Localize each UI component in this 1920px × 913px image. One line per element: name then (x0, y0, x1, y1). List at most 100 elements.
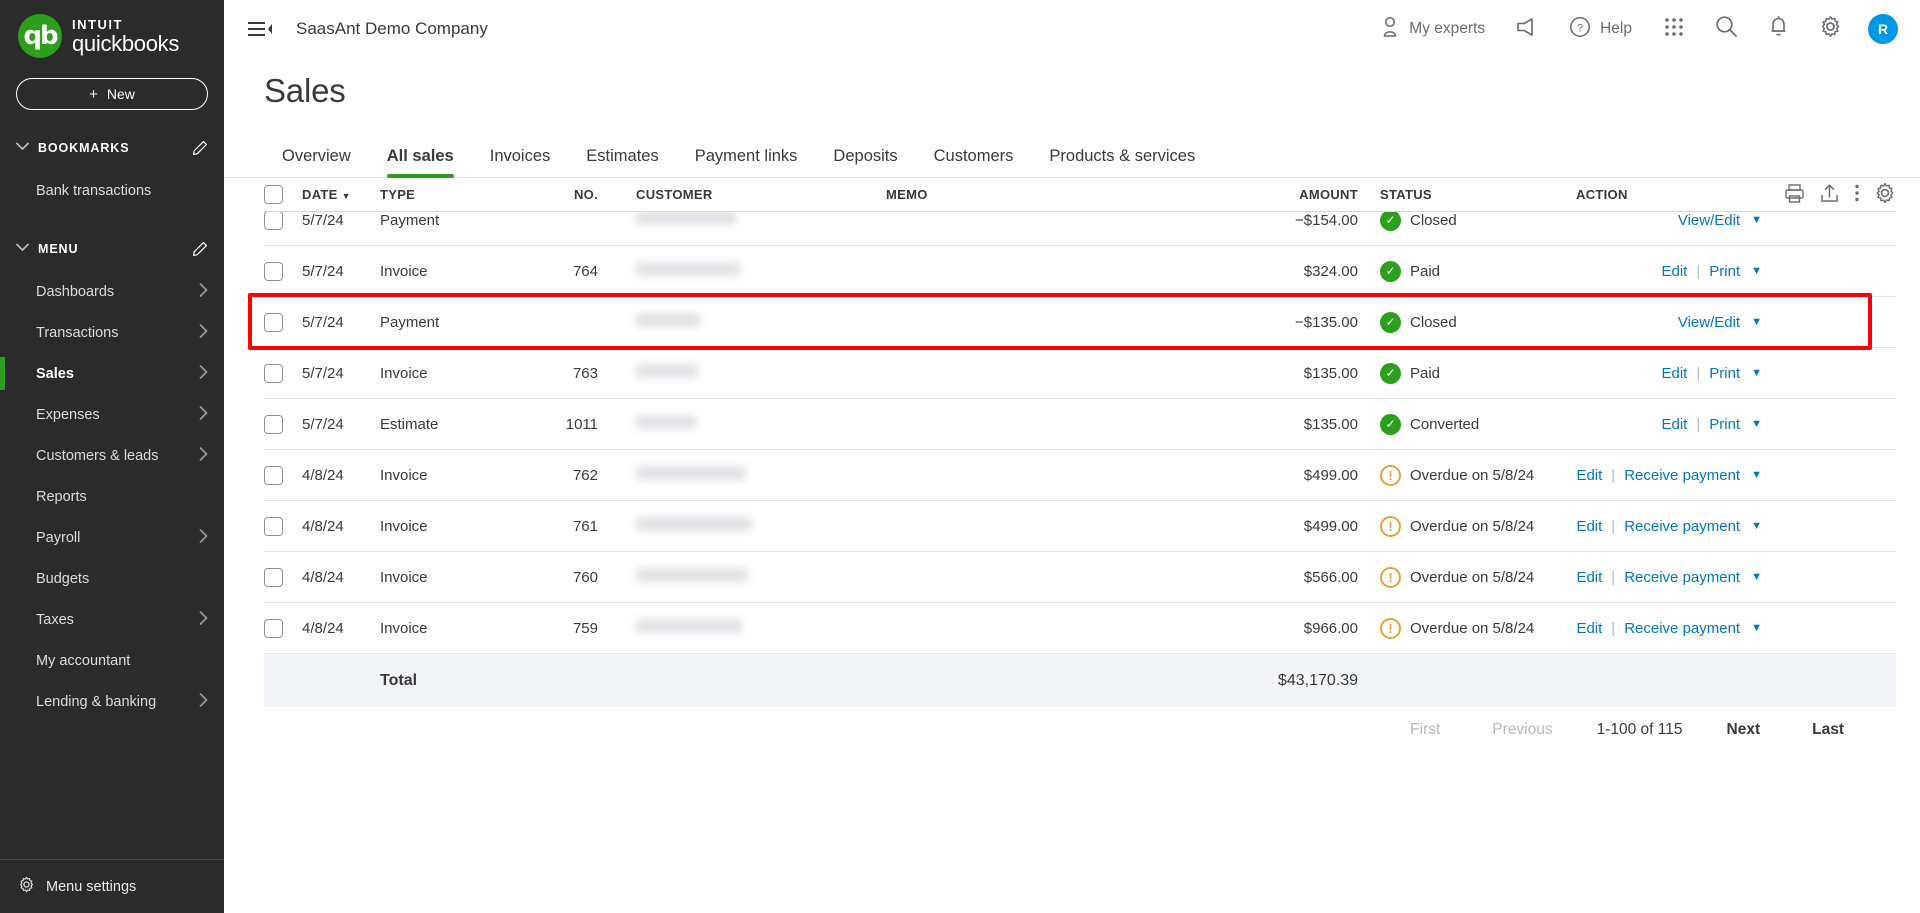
action-edit-link[interactable]: Edit (1662, 263, 1688, 280)
row-menu-caret-icon[interactable]: ▼ (1740, 418, 1762, 430)
settings-button[interactable] (1804, 8, 1856, 50)
tab-overview[interactable]: Overview (264, 147, 369, 177)
action-edit-link[interactable]: Edit (1662, 365, 1688, 382)
table-row[interactable]: 4/8/24 Invoice 761 $499.00! Overdue on 5/8/2… (264, 501, 1896, 552)
company-name[interactable]: SaasAnt Demo Company (296, 19, 488, 39)
my-experts-button[interactable]: My experts (1364, 9, 1501, 49)
tab-deposits[interactable]: Deposits (815, 147, 915, 177)
quickbooks-logo[interactable]: qb INTUIT quickbooks (0, 0, 224, 58)
row-checkbox[interactable] (264, 618, 283, 638)
column-header-no[interactable]: NO. (520, 187, 610, 202)
column-header-amount[interactable]: AMOUNT (1234, 187, 1366, 202)
row-menu-caret-icon[interactable]: ▼ (1740, 265, 1762, 277)
notifications-button[interactable] (1752, 8, 1804, 50)
action-edit-link[interactable]: Edit (1576, 569, 1602, 586)
sidebar-item-taxes[interactable]: Taxes (0, 599, 224, 640)
column-header-date[interactable]: DATE ▼ (302, 187, 380, 202)
tab-invoices[interactable]: Invoices (472, 147, 569, 177)
row-menu-caret-icon[interactable]: ▼ (1740, 520, 1762, 532)
tab-payment-links[interactable]: Payment links (677, 147, 816, 177)
table-settings-gear-icon[interactable] (1874, 182, 1896, 207)
new-button[interactable]: + New (16, 78, 208, 110)
action-receive-payment-link[interactable]: Receive payment (1624, 518, 1740, 535)
sidebar-item-expenses[interactable]: Expenses (0, 394, 224, 435)
edit-pencil-icon[interactable] (192, 140, 208, 156)
table-row[interactable]: 4/8/24 Invoice 759 $966.00! Overdue on 5/8/2… (264, 603, 1896, 654)
row-checkbox[interactable] (264, 363, 283, 383)
help-button[interactable]: ? Help (1553, 9, 1648, 49)
row-checkbox[interactable] (264, 414, 283, 434)
edit-pencil-icon[interactable] (192, 241, 208, 257)
row-menu-caret-icon[interactable]: ▼ (1740, 367, 1762, 379)
row-menu-caret-icon[interactable]: ▼ (1740, 214, 1762, 226)
row-menu-caret-icon[interactable]: ▼ (1740, 469, 1762, 481)
sidebar-item-budgets[interactable]: Budgets (0, 558, 224, 599)
sidebar-item-sales[interactable]: Sales (0, 353, 224, 394)
column-header-status[interactable]: STATUS (1366, 187, 1566, 202)
tab-products-services[interactable]: Products & services (1031, 147, 1213, 177)
action-edit-link[interactable]: Edit (1576, 518, 1602, 535)
action-edit-link[interactable]: Edit (1576, 620, 1602, 637)
pagination-previous[interactable]: Previous (1466, 721, 1578, 739)
row-checkbox[interactable] (264, 261, 283, 281)
sidebar-item-customers-leads[interactable]: Customers & leads (0, 435, 224, 476)
cell-customer-redacted (610, 568, 860, 586)
sidebar-item-my-accountant[interactable]: My accountant (0, 640, 224, 681)
collapse-menu-icon[interactable] (248, 18, 274, 40)
row-menu-caret-icon[interactable]: ▼ (1740, 622, 1762, 634)
row-checkbox[interactable] (264, 567, 283, 587)
row-menu-caret-icon[interactable]: ▼ (1740, 571, 1762, 583)
sidebar-item-lending-banking[interactable]: Lending & banking (0, 681, 224, 722)
table-row[interactable]: 4/8/24 Invoice 762 $499.00! Overdue on 5/8/2… (264, 450, 1896, 501)
bookmarks-section-header[interactable]: BOOKMARKS (0, 126, 224, 170)
row-checkbox[interactable] (264, 465, 283, 485)
tab-customers[interactable]: Customers (916, 147, 1032, 177)
action-edit-link[interactable]: Edit (1576, 467, 1602, 484)
action-receive-payment-link[interactable]: Receive payment (1624, 467, 1740, 484)
table-row[interactable]: 4/8/24 Invoice 760 $566.00! Overdue on 5/8/2… (264, 552, 1896, 603)
row-checkbox[interactable] (264, 312, 283, 332)
action-print-link[interactable]: Print (1709, 263, 1740, 280)
user-avatar[interactable]: R (1868, 14, 1898, 44)
sidebar-item-transactions[interactable]: Transactions (0, 312, 224, 353)
sidebar-item-reports[interactable]: Reports (0, 476, 224, 517)
select-all-checkbox[interactable] (264, 185, 283, 204)
tab-estimates[interactable]: Estimates (568, 147, 676, 177)
table-row[interactable]: 5/7/24 Invoice 763 $135.00 ✓ Paid Edit | Print ▼ (264, 348, 1896, 399)
menu-settings-button[interactable]: Menu settings (0, 859, 224, 913)
column-header-memo[interactable]: MEMO (860, 187, 1234, 202)
action-receive-payment-link[interactable]: Receive payment (1624, 620, 1740, 637)
apps-grid-button[interactable] (1648, 8, 1700, 50)
menu-section-header[interactable]: MENU (0, 227, 224, 271)
announcements-button[interactable] (1501, 8, 1553, 50)
print-icon[interactable] (1784, 183, 1805, 207)
column-header-customer[interactable]: CUSTOMER (610, 187, 860, 202)
action-view-edit-link[interactable]: View/Edit (1678, 314, 1740, 331)
cell-amount: $566.00 (1303, 568, 1358, 586)
table-row[interactable]: 5/7/24 Invoice 764 $324.00 ✓ Paid Edit | Print ▼ (264, 246, 1896, 297)
action-print-link[interactable]: Print (1709, 416, 1740, 433)
action-receive-payment-link[interactable]: Receive payment (1624, 569, 1740, 586)
cell-action: View/Edit ▼ (1566, 212, 1762, 229)
sidebar-item-dashboards[interactable]: Dashboards (0, 271, 224, 312)
sidebar-item-label: Transactions (36, 324, 119, 341)
pagination-next[interactable]: Next (1701, 721, 1787, 739)
sidebar-item-bank-transactions[interactable]: Bank transactions (0, 170, 224, 211)
column-header-type[interactable]: TYPE (380, 187, 520, 202)
row-menu-caret-icon[interactable]: ▼ (1740, 316, 1762, 328)
more-options-icon[interactable] (1854, 183, 1860, 206)
action-print-link[interactable]: Print (1709, 365, 1740, 382)
row-checkbox[interactable] (264, 516, 283, 536)
sidebar-item-payroll[interactable]: Payroll (0, 517, 224, 558)
tab-all-sales[interactable]: All sales (369, 147, 472, 178)
pagination-first[interactable]: First (1384, 721, 1466, 739)
sidebar-item-label: Lending & banking (36, 693, 157, 710)
table-row[interactable]: 5/7/24 Estimate 1011 $135.00 ✓ Converted Edit |… (264, 399, 1896, 450)
action-view-edit-link[interactable]: View/Edit (1678, 212, 1740, 229)
row-checkbox[interactable] (264, 212, 283, 230)
action-edit-link[interactable]: Edit (1662, 416, 1688, 433)
export-icon[interactable] (1819, 183, 1840, 207)
pagination-last[interactable]: Last (1786, 721, 1870, 739)
table-row[interactable]: 5/7/24 Payment −$135.00 ✓ Closed View/Edit ▼ (264, 297, 1896, 348)
search-button[interactable] (1700, 8, 1752, 50)
